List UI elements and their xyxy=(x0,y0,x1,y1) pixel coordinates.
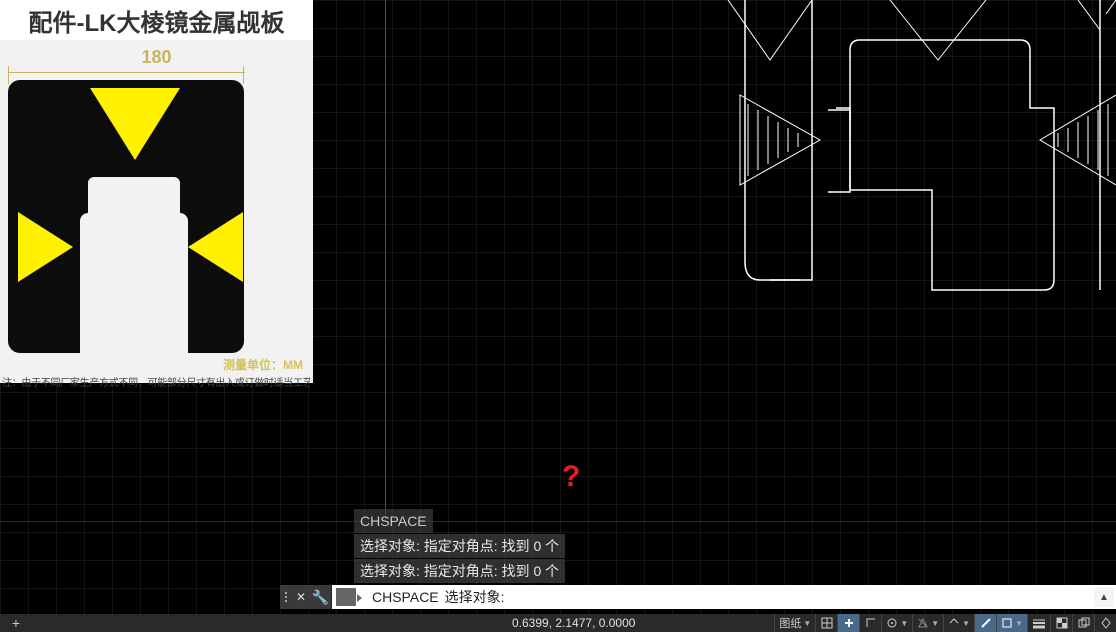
cursor-coordinates: 0.6399, 2.1477, 0.0000 xyxy=(512,616,635,630)
grid-icon xyxy=(821,617,833,629)
toggle-isodraft-button[interactable]: ▼ xyxy=(912,614,943,632)
monitor-icon xyxy=(1100,617,1112,629)
reference-dimension-row: 180 xyxy=(0,40,313,80)
command-history-dropdown-button[interactable]: ▲ xyxy=(1094,587,1114,607)
toggle-otrack-button[interactable] xyxy=(974,614,996,632)
command-bar-close-button[interactable]: ✕ xyxy=(292,585,310,609)
snap-icon xyxy=(843,617,855,629)
toggle-transparency-button[interactable] xyxy=(1050,614,1072,632)
reference-title-bar: 配件-LK大棱镜金属觇板 xyxy=(0,0,313,40)
toggle-3dosnap-button[interactable]: ▼ xyxy=(996,614,1027,632)
toggle-annotation-monitor-button[interactable] xyxy=(1094,614,1116,632)
triangle-right-icon xyxy=(18,212,73,282)
chevron-up-icon: ▲ xyxy=(1099,592,1109,603)
axis-y xyxy=(385,0,386,521)
reference-body: 测量单位：MM 注：由于不同厂家生产方式不同，可能部分尺寸有出入或订做时适当工艺 xyxy=(0,80,313,383)
plate-cutout-upper xyxy=(88,177,180,213)
reference-title: 配件-LK大棱镜金属觇板 xyxy=(29,3,285,38)
chevron-down-icon: ▼ xyxy=(1013,619,1023,628)
box3d-icon xyxy=(1001,617,1013,629)
plate-cutout-lower xyxy=(80,213,188,353)
cycling-icon xyxy=(1078,617,1090,629)
command-bar-grip-handle[interactable] xyxy=(280,585,292,609)
command-bar-settings-button[interactable]: 🔧 xyxy=(310,585,332,609)
isodraft-icon xyxy=(917,617,929,629)
command-history-line-3: 选择对象: 指定对角点: 找到 0 个 xyxy=(354,559,565,583)
toggle-ortho-button[interactable] xyxy=(859,614,881,632)
toggle-osnap-button[interactable]: ▼ xyxy=(943,614,974,632)
command-bar: ✕ 🔧 CHSPACE 选择对象: ▲ xyxy=(280,585,1116,609)
add-layout-tab-button[interactable]: + xyxy=(0,615,32,631)
toggle-lineweight-button[interactable] xyxy=(1027,614,1050,632)
triangle-left-icon xyxy=(188,212,243,282)
toggle-grid-button[interactable] xyxy=(815,614,837,632)
wrench-icon: 🔧 xyxy=(312,589,329,606)
chevron-down-icon: ▼ xyxy=(960,619,970,628)
status-mid: 0.6399, 2.1477, 0.0000 xyxy=(32,616,774,630)
command-history-panel: CHSPACE 选择对象: 指定对角点: 找到 0 个 选择对象: 指定对角点:… xyxy=(354,508,754,583)
dim-line xyxy=(8,72,245,73)
status-bar: + 0.6399, 2.1477, 0.0000 图纸▼ ▼ ▼ xyxy=(0,614,1116,632)
transparency-icon xyxy=(1056,617,1068,629)
question-mark-icon: ? xyxy=(562,460,580,494)
close-icon: ✕ xyxy=(296,590,306,604)
sheet-label[interactable]: 图纸▼ xyxy=(774,614,815,632)
command-prompt-text: 选择对象: xyxy=(445,587,505,607)
osnap-icon xyxy=(948,617,960,629)
otrack-icon xyxy=(980,617,992,629)
reference-width-label: 180 xyxy=(141,47,171,68)
reference-unit-label: 测量单位：MM xyxy=(223,356,303,373)
cad-drawing-outline xyxy=(720,0,1116,300)
polar-icon xyxy=(886,617,898,629)
command-history-line-2: 选择对象: 指定对角点: 找到 0 个 xyxy=(354,534,565,558)
reference-image-card: 配件-LK大棱镜金属觇板 180 测量单位：MM 注：由于不同厂家生产方式不同，… xyxy=(0,0,313,383)
chevron-down-icon: ▼ xyxy=(898,619,908,628)
toggle-selection-cycling-button[interactable] xyxy=(1072,614,1094,632)
target-plate xyxy=(8,80,244,353)
lineweight-icon xyxy=(1032,617,1046,629)
chevron-down-icon: ▼ xyxy=(801,619,811,628)
drawing-canvas[interactable]: 配件-LK大棱镜金属觇板 180 测量单位：MM 注：由于不同厂家生产方式不同，… xyxy=(0,0,1116,632)
status-toggle-group: 图纸▼ ▼ ▼ ▼ xyxy=(774,614,1116,632)
command-history-line-1: CHSPACE xyxy=(354,509,433,533)
chevron-down-icon: ▼ xyxy=(929,619,939,628)
plus-icon: + xyxy=(12,615,20,631)
ortho-icon xyxy=(865,617,877,629)
active-command-label: CHSPACE xyxy=(372,589,439,605)
triangle-down-icon xyxy=(90,88,180,160)
reference-footnote: 注：由于不同厂家生产方式不同，可能部分尺寸有出入或订做时适当工艺 xyxy=(2,374,310,389)
command-input-area[interactable]: CHSPACE 选择对象: ▲ xyxy=(332,585,1116,609)
command-prompt-icon xyxy=(336,588,356,606)
toggle-polar-button[interactable]: ▼ xyxy=(881,614,912,632)
toggle-snap-button[interactable] xyxy=(837,614,859,632)
